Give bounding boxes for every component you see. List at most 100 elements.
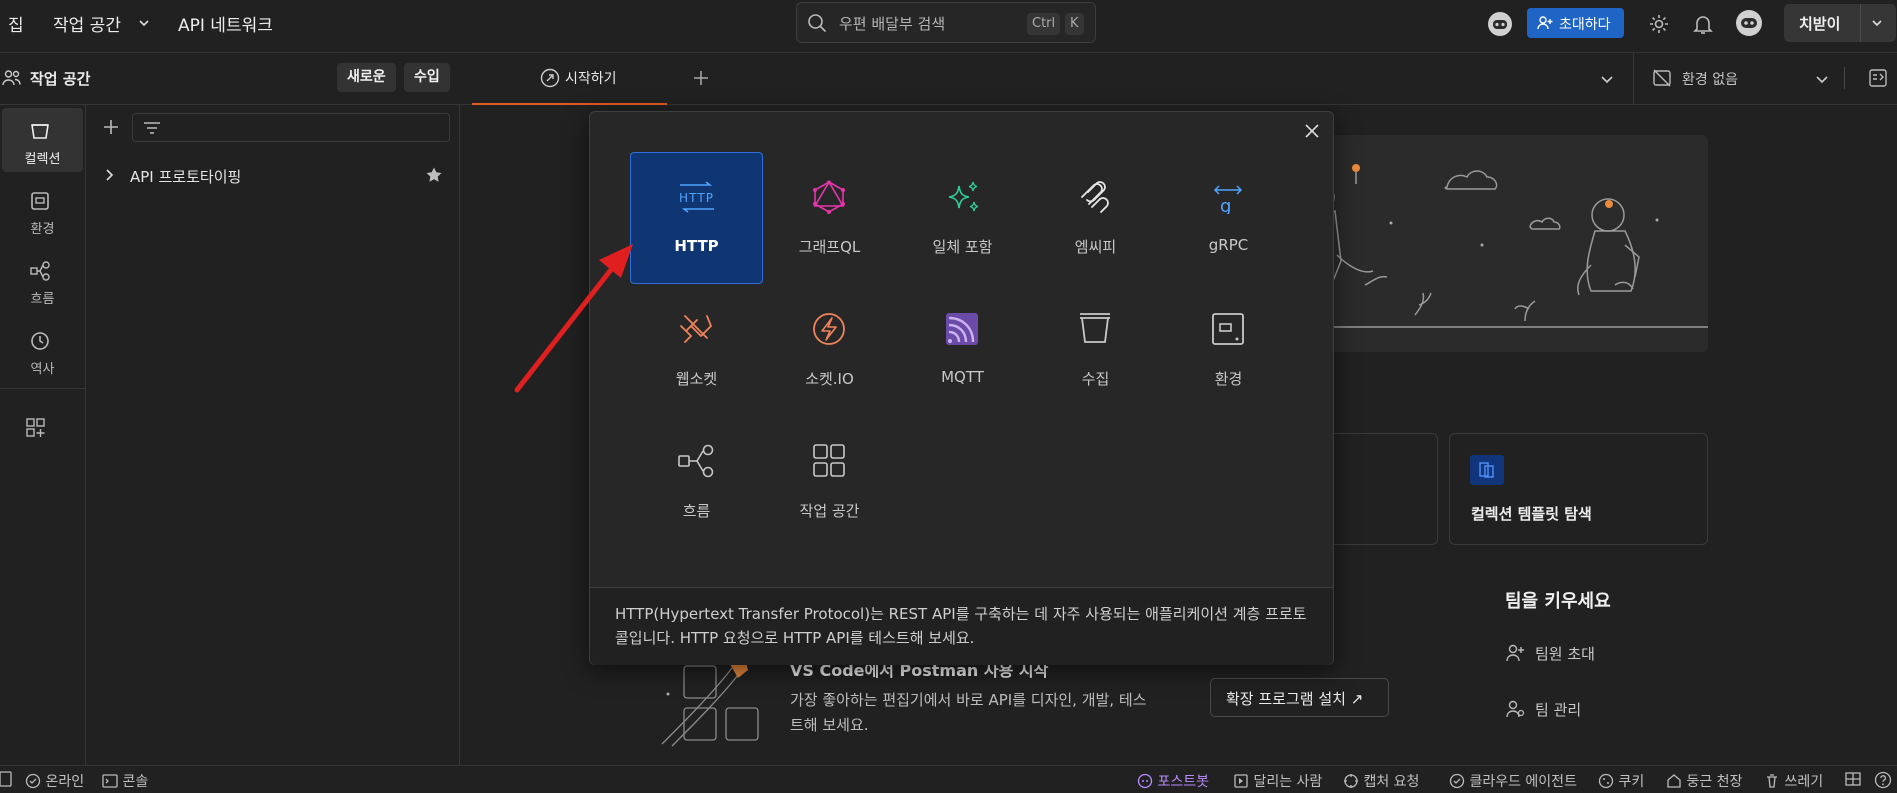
tab-getting-started[interactable]: 시작하기 [472, 53, 667, 105]
filter-input[interactable] [132, 113, 450, 142]
vault-button[interactable]: 둥근 천장 [1666, 771, 1742, 791]
chevron-down-icon[interactable] [1870, 16, 1884, 30]
add-user-icon [1505, 643, 1525, 663]
rail-item-environments[interactable]: 환경 [2, 178, 83, 242]
team-invite-link[interactable]: 팀원 초대 [1505, 641, 1705, 665]
tile-socketio[interactable]: 소켓.IO [763, 284, 896, 416]
upgrade-button[interactable]: 치받이 [1784, 4, 1896, 42]
hero-illustration [1325, 135, 1708, 352]
trash-label: 쓰레기 [1784, 774, 1824, 790]
background-card [1325, 433, 1438, 545]
tile-websocket[interactable]: 웹소켓 [630, 284, 763, 416]
chevron-down-icon[interactable] [1814, 71, 1830, 87]
tile-label: 소켓.IO [805, 370, 854, 388]
workspace-menu[interactable]: 작업 공간 [53, 11, 121, 36]
socketio-icon [813, 313, 845, 345]
star-icon[interactable] [425, 166, 443, 184]
tile-ai[interactable]: 일체 포함 [896, 152, 1029, 284]
tile-http[interactable]: HTTP HTTP [630, 152, 763, 284]
mcp-icon [1081, 181, 1109, 213]
tile-label: 작업 공간 [799, 502, 860, 520]
new-tab-plus-icon[interactable] [691, 68, 711, 88]
tab-label: 시작하기 [565, 71, 617, 87]
tile-label: gRPC [1208, 236, 1249, 254]
console-button[interactable]: 콘솔 [102, 771, 148, 791]
tile-label: 일체 포함 [932, 238, 993, 256]
cloud-agent-label: 클라우드 에이전트 [1469, 774, 1577, 790]
getting-started-icon [540, 68, 560, 88]
tile-mqtt[interactable]: MQTT [896, 284, 1029, 416]
tile-environment[interactable]: 환경 [1162, 284, 1295, 416]
chevron-down-icon[interactable] [1599, 71, 1615, 87]
rail-item-label: 환경 [30, 222, 55, 237]
add-widget-icon[interactable] [25, 417, 47, 439]
dialog-description-panel: HTTP(Hypertext Transfer Protocol)는 REST … [590, 587, 1333, 665]
gear-icon[interactable] [1648, 13, 1670, 35]
close-icon[interactable] [1303, 122, 1321, 140]
chevron-right-icon[interactable] [104, 168, 116, 182]
team-invite-label: 팀원 초대 [1535, 645, 1595, 663]
cloud-agent-button[interactable]: 클라우드 에이전트 [1449, 771, 1577, 791]
rail-item-flows[interactable]: 흐름 [2, 248, 83, 312]
collection-icon [31, 124, 49, 139]
sidebar: API 프로토타이핑 [86, 105, 460, 765]
rail-item-collections[interactable]: 컬렉션 [2, 108, 83, 172]
home-link[interactable]: 집 [8, 11, 24, 36]
runner-button[interactable]: 달리는 사람 [1233, 771, 1322, 791]
capture-requests-button[interactable]: 캡처 요청 [1343, 771, 1419, 791]
tile-grpc[interactable]: g gRPC [1162, 152, 1295, 284]
svg-text:HTTP: HTTP [679, 191, 713, 205]
search-input[interactable]: 우편 배달부 검색 [839, 13, 945, 34]
import-button[interactable]: 수입 [404, 63, 450, 92]
environment-quick-look-icon[interactable] [1868, 68, 1888, 88]
invite-button[interactable]: 초대하다 [1527, 8, 1624, 38]
install-extension-label: 확장 프로그램 설치 ↗ [1226, 690, 1364, 708]
tree-item[interactable]: API 프로토타이핑 [86, 157, 460, 193]
tile-label: 환경 [1214, 370, 1243, 388]
plus-icon[interactable] [102, 118, 120, 136]
install-extension-button[interactable]: 확장 프로그램 설치 ↗ [1210, 678, 1389, 717]
rail-item-label: 컬렉션 [24, 152, 61, 167]
postbot-button[interactable]: 포스트봇 [1137, 771, 1209, 791]
team-manage-link[interactable]: 팀 관리 [1505, 697, 1705, 721]
new-button[interactable]: 새로운 [337, 63, 396, 92]
divider [1844, 67, 1845, 89]
tile-workspace[interactable]: 작업 공간 [763, 416, 896, 548]
environment-selector[interactable]: 환경 없음 [1652, 53, 1887, 105]
collection-icon [1080, 313, 1110, 343]
kbd-k: K [1065, 13, 1084, 35]
help-icon[interactable] [1874, 771, 1892, 789]
sidebar-title: 작업 공간 [30, 70, 91, 88]
tile-collection[interactable]: 수집 [1029, 284, 1162, 416]
cookies-label: 쿠키 [1618, 774, 1645, 790]
online-status[interactable]: 온라인 [25, 771, 84, 791]
template-card[interactable]: 컬렉션 템플릿 탐색 [1449, 433, 1708, 545]
layout-icon[interactable] [1845, 771, 1861, 787]
ai-sparkle-icon [948, 181, 979, 212]
divider [1860, 4, 1861, 42]
tile-mcp[interactable]: 엠씨피 [1029, 152, 1162, 284]
rail-item-history[interactable]: 역사 [2, 318, 83, 382]
no-environment-icon [1652, 68, 1672, 88]
rail-item-label: 역사 [30, 362, 55, 377]
chevron-down-icon[interactable] [137, 16, 151, 30]
bell-icon[interactable] [1692, 13, 1714, 35]
flow-icon [30, 261, 50, 281]
tile-graphql[interactable]: 그래프QL [763, 152, 896, 284]
user-avatar-icon[interactable] [1735, 9, 1763, 37]
sidebar-toggle-icon[interactable] [0, 771, 12, 787]
rail-item-label: 흐름 [30, 292, 55, 307]
tab-bar: 시작하기 환경 없음 [460, 53, 1897, 105]
vault-label: 둥근 천장 [1686, 774, 1743, 790]
trash-button[interactable]: 쓰레기 [1764, 771, 1823, 791]
workspace-icon [813, 444, 845, 477]
cookies-button[interactable]: 쿠키 [1598, 771, 1644, 791]
red-arrow-annotation [514, 244, 633, 393]
tile-flow[interactable]: 흐름 [630, 416, 763, 548]
agent-avatar-icon[interactable] [1487, 11, 1513, 37]
left-rail: 컬렉션 환경 흐름 역사 [0, 105, 86, 765]
search-box[interactable]: 우편 배달부 검색 Ctrl K [796, 2, 1096, 43]
api-network-link[interactable]: API 네트워크 [178, 11, 273, 36]
tree-item-label: API 프로토타이핑 [130, 168, 242, 186]
astronaut-illustration [1325, 164, 1708, 328]
